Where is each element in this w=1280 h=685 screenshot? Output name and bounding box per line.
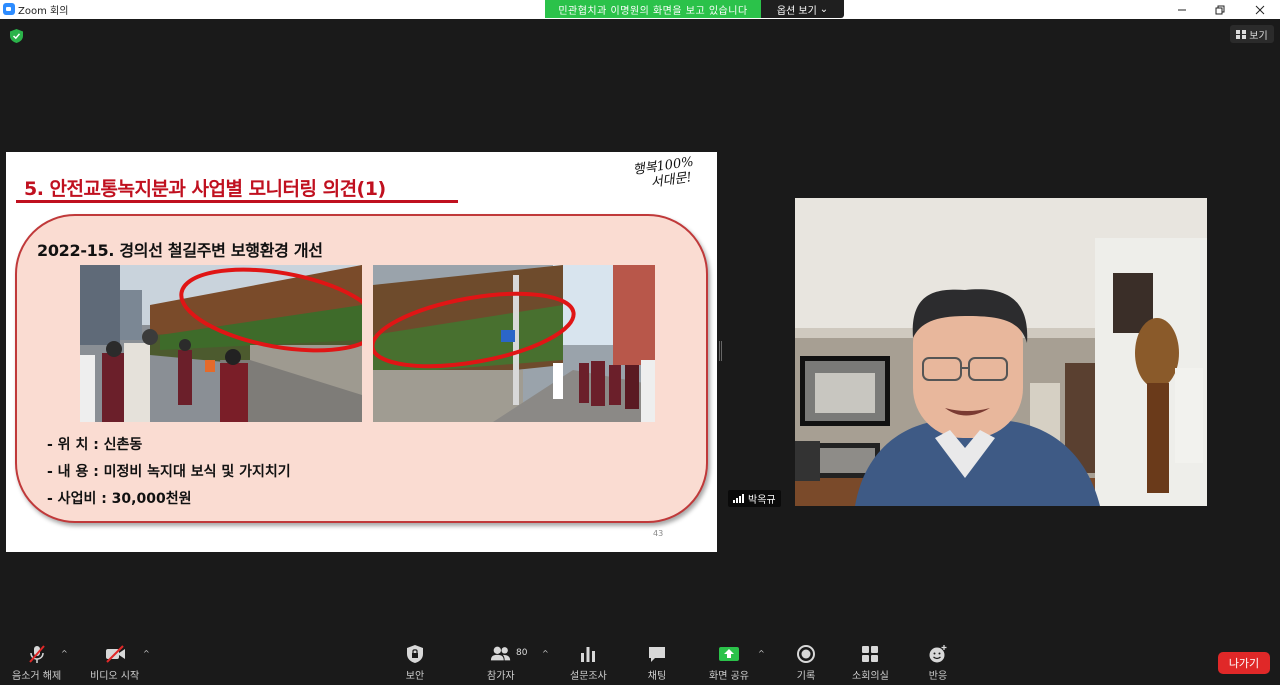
share-screen-icon xyxy=(718,644,740,664)
encryption-shield-icon[interactable] xyxy=(10,29,23,43)
chat-label: 채팅 xyxy=(647,671,667,682)
share-screen-button[interactable]: 화면 공유 xyxy=(709,644,749,682)
zoom-app-icon xyxy=(3,3,15,15)
reactions-label: 반응 xyxy=(928,671,948,682)
participant-video[interactable] xyxy=(795,198,1207,506)
smiley-plus-icon xyxy=(927,644,949,664)
breakout-rooms-label: 소회의실 xyxy=(852,671,889,682)
polls-label: 설문조사 xyxy=(570,671,607,682)
shield-lock-icon xyxy=(404,644,426,664)
close-icon xyxy=(1255,5,1265,14)
participant-name: 박옥규 xyxy=(748,495,776,506)
share-options-caret[interactable]: ^ xyxy=(758,649,765,658)
polls-button[interactable]: 설문조사 xyxy=(570,644,607,682)
minimize-icon xyxy=(1178,9,1186,10)
participants-icon xyxy=(490,644,512,664)
chat-button[interactable]: 채팅 xyxy=(646,644,668,682)
chat-bubble-icon xyxy=(646,644,668,664)
participants-button[interactable]: 참가자 xyxy=(487,644,515,682)
view-layout-button[interactable]: 보기 xyxy=(1230,25,1274,43)
breakout-rooms-icon xyxy=(859,644,881,664)
view-options-label: 옵션 보기 xyxy=(776,5,817,17)
grid-view-icon xyxy=(1236,29,1247,39)
minimize-button[interactable] xyxy=(1162,0,1202,19)
slide-title: 5. 안전교통녹지분과 사업별 모니터링 의견(1) xyxy=(24,178,386,200)
participant-name-tag: 박옥규 xyxy=(728,490,781,507)
unmute-label: 음소거 해제 xyxy=(12,671,62,682)
shared-screen-slide: 5. 안전교통녹지분과 사업별 모니터링 의견(1) 행복100% 서대문! 2… xyxy=(6,152,717,552)
microphone-muted-icon xyxy=(26,644,48,664)
participants-options-caret[interactable]: ^ xyxy=(542,649,549,658)
detail-location: - 위 치 : 신촌동 xyxy=(47,437,143,453)
security-button[interactable]: 보안 xyxy=(404,644,426,682)
audio-options-caret[interactable]: ^ xyxy=(61,649,68,658)
video-off-icon xyxy=(104,644,126,664)
site-photo-1 xyxy=(80,265,362,422)
split-view-resize-handle[interactable] xyxy=(719,341,722,361)
restore-button[interactable] xyxy=(1200,0,1240,19)
leave-meeting-button[interactable]: 나가기 xyxy=(1218,652,1270,674)
record-icon xyxy=(795,644,817,664)
slogan-logo: 행복100% 서대문! xyxy=(632,153,708,197)
close-button[interactable] xyxy=(1240,0,1280,19)
breakout-rooms-button[interactable]: 소회의실 xyxy=(852,644,889,682)
view-options-button[interactable]: 옵션 보기 ⌄ xyxy=(761,0,844,18)
chevron-down-icon: ⌄ xyxy=(819,3,829,15)
window-titlebar: Zoom 회의 민관협치과 이명원의 화면을 보고 있습니다 옵션 보기 ⌄ xyxy=(0,0,1280,19)
site-photo-2 xyxy=(373,265,655,422)
project-heading: 2022-15. 경의선 철길주변 보행환경 개선 xyxy=(37,241,323,260)
start-video-button[interactable]: 비디오 시작 xyxy=(90,644,139,682)
security-label: 보안 xyxy=(405,671,425,682)
participant-count: 80 xyxy=(516,648,528,658)
window-title: Zoom 회의 xyxy=(18,6,69,17)
connection-signal-icon xyxy=(733,494,744,503)
detail-budget: - 사업비 : 30,000천원 xyxy=(47,491,192,507)
reactions-button[interactable]: 반응 xyxy=(927,644,949,682)
record-button[interactable]: 기록 xyxy=(795,644,817,682)
record-label: 기록 xyxy=(796,671,816,682)
meeting-toolbar: 음소거 해제 ^ 비디오 시작 ^ 보안 참가자 80 ^ 설문조사 채팅 화면… xyxy=(0,640,1280,685)
view-button-label: 보기 xyxy=(1249,30,1268,42)
detail-content: - 내 용 : 미정비 녹지대 보식 및 가지치기 xyxy=(47,464,291,480)
title-underline xyxy=(16,200,458,203)
unmute-button[interactable]: 음소거 해제 xyxy=(12,644,61,682)
video-options-caret[interactable]: ^ xyxy=(143,649,150,658)
screen-share-banner: 민관협치과 이명원의 화면을 보고 있습니다 xyxy=(545,0,761,18)
start-video-label: 비디오 시작 xyxy=(90,671,140,682)
slide-page-number: 43 xyxy=(653,529,664,538)
project-card: 2022-15. 경의선 철길주변 보행환경 개선 - 위 치: 신촌동 - … xyxy=(15,214,708,523)
restore-icon xyxy=(1215,5,1225,14)
share-screen-label: 화면 공유 xyxy=(709,671,749,682)
poll-chart-icon xyxy=(577,644,599,664)
participants-label: 참가자 xyxy=(487,671,515,682)
